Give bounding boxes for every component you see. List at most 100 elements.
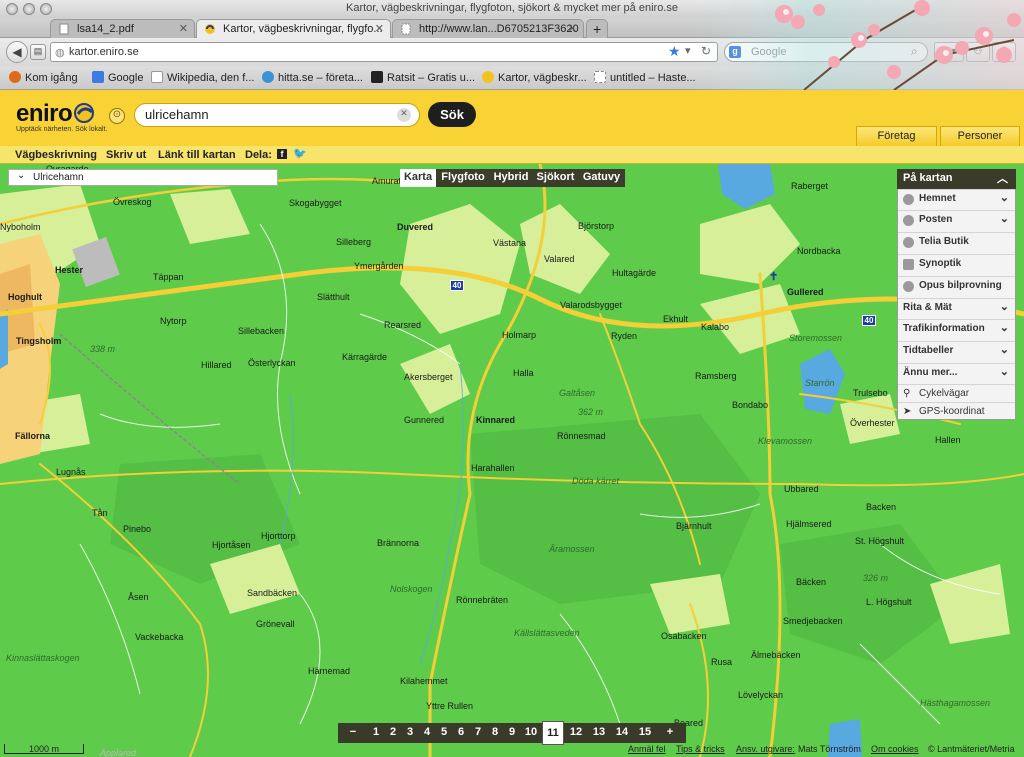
print-link[interactable]: Skriv ut (106, 149, 146, 161)
zoom-level-6[interactable]: 6 (453, 723, 469, 743)
tab-foretag[interactable]: Företag (856, 126, 937, 146)
tab-pdf[interactable]: lsa14_2.pdf ✕ (50, 19, 195, 38)
map-label: Åsen (128, 592, 149, 602)
search-button[interactable]: Sök (428, 102, 476, 127)
location-dropdown[interactable]: ⌄ Ulricehamn (8, 169, 278, 186)
twitter-icon[interactable]: 🐦 (293, 147, 307, 160)
map-type-karta[interactable]: Karta (400, 169, 436, 187)
layer-telia[interactable]: Telia Butik (898, 232, 1015, 252)
tab-close-icon[interactable]: ✕ (375, 22, 384, 35)
layer-posten[interactable]: Posten ⌄ (898, 210, 1015, 230)
bookmark-google[interactable]: Google (92, 71, 143, 84)
bookmark-hitta[interactable]: hitta.se – företa... (262, 71, 363, 84)
map-label: Yttre Rullen (426, 701, 474, 711)
link-cykelvagar[interactable]: ⚲ Cykelvägar (898, 384, 1015, 404)
zoom-level-3[interactable]: 3 (402, 723, 418, 743)
tab-eniro[interactable]: Kartor, vägbeskrivningar, flygfo... ✕ (196, 19, 391, 38)
map-label: Västana (493, 238, 527, 248)
map-label: Slätthult (317, 292, 350, 302)
bookmark-star-icon[interactable]: ★ (668, 43, 681, 60)
tips-tricks-link[interactable]: Tips & tricks (676, 744, 725, 754)
person-icon[interactable]: ⚇ (966, 42, 990, 62)
bookmark-untitled[interactable]: untitled – Haste... (594, 71, 696, 84)
map-label: Valarodsbygget (560, 300, 622, 310)
map-label: Rönnesmad (557, 431, 606, 441)
map-label: Kärragärde (342, 352, 388, 362)
history-icon[interactable]: ▤ (30, 44, 46, 60)
map-label: Gullered (787, 287, 824, 297)
layer-hemnet[interactable]: Hemnet ⌄ (898, 189, 1015, 209)
reload-icon[interactable]: ↻ (701, 44, 711, 58)
section-tidtabeller[interactable]: Tidtabeller ⌄ (898, 341, 1015, 361)
addon-button[interactable]: ▣▾ (934, 42, 964, 62)
publisher-link[interactable]: Ansv. utgivare: (736, 744, 795, 754)
map-graphics (0, 164, 1024, 757)
zoom-level-13[interactable]: 13 (588, 723, 610, 743)
zoom-level-10[interactable]: 10 (521, 723, 541, 743)
bookmark-eniro[interactable]: Kartor, vägbeskr... (482, 71, 587, 84)
zoom-out-button[interactable]: − (344, 723, 362, 743)
zoom-level-7[interactable]: 7 (470, 723, 486, 743)
url-bar[interactable]: ◍ kartor.eniro.se ★ ▾ ↻ (50, 42, 718, 62)
zoom-level-9[interactable]: 9 (504, 723, 520, 743)
link-to-map-link[interactable]: Länk till kartan (158, 149, 236, 161)
dropdown-arrow-icon[interactable]: ▾ (685, 44, 691, 57)
pa-kartan-header[interactable]: På kartan ︿ (897, 169, 1016, 189)
map-label: Vackebacka (135, 632, 184, 642)
google-icon[interactable]: g (729, 46, 741, 58)
map-type-hybrid[interactable]: Hybrid (490, 169, 532, 187)
map-label: Rönnebräten (456, 595, 509, 605)
download-icon[interactable]: ⬇ (992, 42, 1016, 62)
map-label: Galtåsen (559, 388, 596, 398)
link-gps-koordinat[interactable]: ➤ GPS-koordinat (898, 402, 1015, 422)
map-label: Hester (55, 265, 84, 275)
search-bar[interactable]: g Google ⌕ (724, 42, 928, 62)
report-error-link[interactable]: Anmäl fel (628, 744, 666, 754)
section-annu-mer[interactable]: Ännu mer... ⌄ (898, 363, 1015, 383)
map-label: Ekhult (663, 314, 689, 324)
zoom-in-button[interactable]: + (660, 723, 680, 743)
section-rita-mat[interactable]: Rita & Mät ⌄ (898, 298, 1015, 318)
map-type-gatuvy[interactable]: Gatuvy (579, 169, 624, 187)
map-type-sjokort[interactable]: Sjökort (533, 169, 578, 187)
zoom-level-14[interactable]: 14 (611, 723, 633, 743)
zoom-level-8[interactable]: 8 (487, 723, 503, 743)
bookmark-ratsit[interactable]: Ratsit – Gratis u... (371, 71, 475, 84)
map-label: Amurat (372, 176, 402, 186)
directions-link[interactable]: Vägbeskrivning (15, 149, 97, 161)
clear-search-icon[interactable]: ✕ (397, 108, 411, 122)
tab-lan[interactable]: http://www.lan...D6705213F3620 ✕ (392, 19, 584, 38)
new-tab-button[interactable]: + (586, 19, 608, 38)
eniro-logo[interactable]: eniro (16, 100, 73, 128)
locate-me-icon[interactable]: ⊙ (109, 108, 125, 124)
window-titlebar: Kartor, vägbeskrivningar, flygfoton, sjö… (0, 0, 1024, 18)
bookmark-wikipedia[interactable]: Wikipedia, den f... (151, 71, 254, 84)
bookmark-kom-igang[interactable]: Kom igång (9, 71, 78, 84)
zoom-level-4[interactable]: 4 (419, 723, 435, 743)
layer-synoptik[interactable]: Synoptik (898, 254, 1015, 274)
layer-opus[interactable]: Opus bilprovning (898, 276, 1015, 296)
facebook-icon[interactable]: f (277, 149, 287, 159)
zoom-level-15[interactable]: 15 (634, 723, 656, 743)
zoom-level-1[interactable]: 1 (368, 723, 384, 743)
map-canvas[interactable]: 40 40 ✝ Duvered Hester Hoghult Tingsholm… (0, 164, 1024, 757)
map-type-flygfoto[interactable]: Flygfoto (437, 169, 489, 187)
section-trafikinformation[interactable]: Trafikinformation ⌄ (898, 319, 1015, 339)
tab-personer[interactable]: Personer (940, 126, 1020, 146)
window-title: Kartor, vägbeskrivningar, flygfoton, sjö… (346, 2, 678, 14)
zoom-level-12[interactable]: 12 (566, 723, 586, 743)
zoom-level-5[interactable]: 5 (436, 723, 452, 743)
back-button[interactable]: ◀ (6, 41, 28, 63)
tab-close-icon[interactable]: ✕ (568, 22, 577, 35)
zoom-level-2[interactable]: 2 (385, 723, 401, 743)
map-label: Hallen (935, 435, 961, 445)
telia-icon (903, 237, 914, 248)
search-input[interactable]: ulricehamn ✕ (134, 103, 420, 127)
cookies-link[interactable]: Om cookies (871, 744, 919, 754)
zoom-level-11[interactable]: 11 (542, 721, 564, 745)
search-icon[interactable]: ⌕ (911, 44, 918, 59)
ratsit-icon (371, 71, 383, 83)
map-label: Nytorp (160, 316, 187, 326)
map-label: Övreskog (113, 197, 152, 207)
tab-close-icon[interactable]: ✕ (179, 22, 188, 35)
